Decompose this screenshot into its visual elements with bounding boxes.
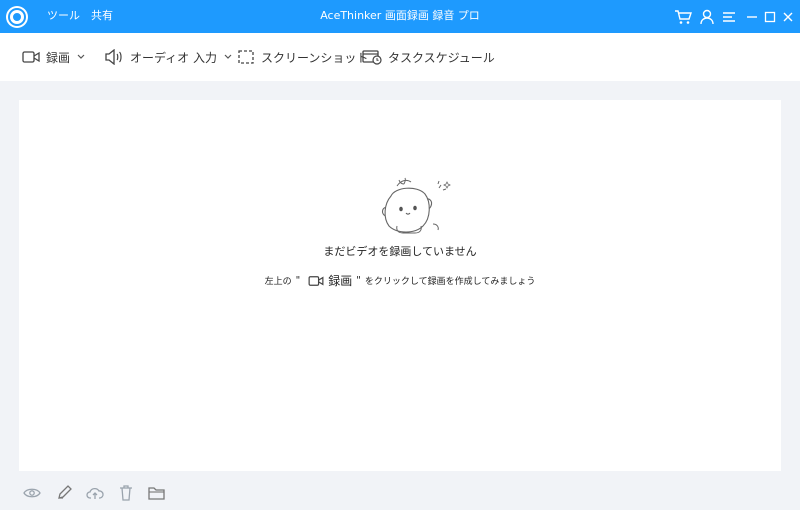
chevron-down-icon [224, 54, 232, 59]
maximize-icon[interactable] [761, 8, 779, 26]
title-bar: ツール 共有 AceThinker 画面録画 録音 プロ [0, 0, 800, 33]
app-logo-icon [6, 6, 28, 28]
upload-icon[interactable] [86, 484, 104, 502]
hint-suffix: をクリックして録画を作成してみましょう [364, 277, 536, 287]
recordings-panel: まだビデオを録画していません 左上の " 録画 " をクリックして録画を作成して… [19, 100, 781, 471]
screenshot-label: スクリーンショット [261, 50, 369, 65]
camera-icon [308, 275, 324, 286]
preview-icon[interactable] [23, 484, 41, 502]
screenshot-button[interactable]: スクリーンショット [237, 47, 368, 67]
mascot-illustration-icon [382, 177, 451, 234]
menu-tools[interactable]: ツール [47, 9, 80, 23]
delete-icon[interactable] [117, 484, 135, 502]
edit-icon[interactable] [55, 484, 73, 502]
close-icon[interactable] [779, 8, 797, 26]
task-schedule-button[interactable]: タスクスケジュール [362, 47, 495, 67]
audio-input-label: オーディオ 入力 [130, 50, 217, 65]
audio-input-button[interactable]: オーディオ 入力 [104, 47, 232, 67]
schedule-icon [362, 50, 382, 65]
menu-icon[interactable] [720, 8, 738, 26]
bottom-action-bar [0, 471, 800, 510]
hint-record-label: 録画 [328, 274, 353, 288]
hint-quote-close: " [356, 275, 361, 286]
record-label: 録画 [46, 50, 71, 65]
empty-state-hint: 左上の " 録画 " をクリックして録画を作成してみましょう [19, 272, 781, 289]
task-schedule-label: タスクスケジュール [388, 50, 495, 65]
empty-state-title: まだビデオを録画していません [323, 245, 477, 258]
hint-quote-open: " [295, 275, 301, 286]
speaker-icon [105, 49, 122, 65]
folder-icon[interactable] [148, 484, 166, 502]
chevron-down-icon [77, 54, 85, 59]
minimize-icon[interactable] [743, 8, 761, 26]
toolbar: 録画 オーディオ 入力 スクリーンショット タスクスケジュール [0, 33, 800, 81]
record-button[interactable]: 録画 [22, 47, 85, 67]
camera-icon [22, 51, 40, 63]
crop-icon [238, 50, 254, 64]
hint-prefix: 左上の [264, 277, 292, 287]
cart-icon[interactable] [674, 8, 692, 26]
menu-share[interactable]: 共有 [91, 9, 113, 23]
user-icon[interactable] [698, 8, 716, 26]
